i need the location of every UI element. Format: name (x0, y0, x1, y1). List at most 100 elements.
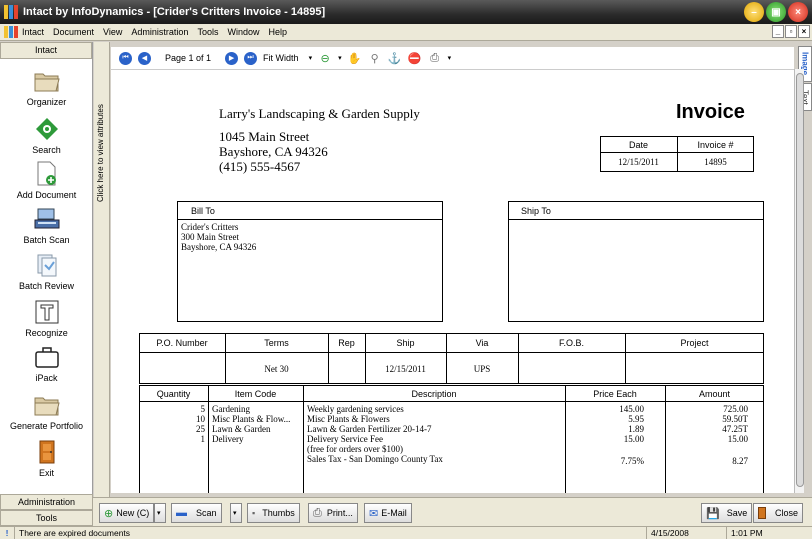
folder-icon (34, 68, 60, 94)
via-value: UPS (473, 364, 491, 374)
invoice-title: Invoice (676, 101, 745, 123)
divider (508, 219, 764, 220)
bottom-toolbar: ⊕ New (C) ▾ ▬ Scan ▾ ▪ Thumbs ⎙ Print...… (93, 497, 812, 526)
sidebar-item-batch-review[interactable]: Batch Review (0, 252, 93, 291)
sidebar-administration[interactable]: Administration (0, 494, 93, 510)
title-bar: Intact by InfoDynamics - [Crider's Critt… (0, 0, 812, 24)
divider (208, 385, 209, 493)
menu-intact[interactable]: Intact (22, 27, 44, 37)
app-icon (4, 5, 18, 19)
stamp-icon[interactable]: ⚓ (388, 51, 402, 65)
batch-review-icon (34, 252, 60, 278)
divider (303, 385, 304, 493)
sidebar-tools[interactable]: Tools (0, 510, 93, 526)
annotate-icon[interactable]: ⚲ (368, 51, 382, 65)
recognize-icon (34, 299, 60, 325)
sidebar-item-label: Search (32, 145, 61, 155)
attributes-strip[interactable]: Click here to view attributes (94, 42, 110, 497)
sidebar-item-label: Generate Portfolio (9, 421, 84, 431)
amount-header: Amount (698, 389, 731, 399)
description-cell: Sales Tax - San Domingo County Tax (307, 454, 443, 464)
thumbs-button-label: Thumbs (262, 508, 295, 518)
menu-window[interactable]: Window (227, 27, 259, 37)
email-button-label: E-Mail (381, 508, 407, 518)
print-icon[interactable]: ⎙ (428, 51, 442, 65)
rep-header: Rep (338, 338, 355, 348)
date-label: Date (628, 140, 648, 150)
first-page-icon[interactable]: ⏮ (119, 51, 132, 65)
document-scrollbar[interactable] (794, 69, 804, 493)
new-button[interactable]: ⊕ New (C) (99, 503, 155, 523)
last-page-icon[interactable]: ⏭ (244, 51, 258, 65)
page-info: Page 1 of 1 (165, 53, 212, 63)
sidebar-item-exit[interactable]: Exit (0, 439, 93, 478)
divider (139, 401, 764, 402)
mdi-minimize-button[interactable]: _ (772, 25, 784, 38)
po-number-header: P.O. Number (156, 338, 208, 348)
save-button[interactable]: 💾 Save (701, 503, 753, 523)
sidebar-item-label: Batch Scan (23, 235, 70, 245)
scanner-icon: ▬ (176, 507, 187, 519)
sidebar-item-recognize[interactable]: Recognize (0, 299, 93, 338)
status-bar: ! There are expired documents 4/15/2008 … (0, 526, 812, 539)
sidebar-item-search[interactable]: Search (0, 116, 93, 155)
sidebar-item-organizer[interactable]: Organizer (0, 68, 93, 107)
sidebar-item-generate-portfolio[interactable]: Generate Portfolio (0, 392, 93, 431)
exit-door-icon (34, 439, 60, 465)
search-icon (34, 116, 60, 142)
company-address-line2: Bayshore, CA 94326 (219, 144, 328, 159)
document-viewer[interactable]: Larry's Landscaping & Garden Supply 1045… (111, 69, 794, 493)
sidebar-item-ipack[interactable]: iPack (0, 344, 93, 383)
email-button[interactable]: ✉ E-Mail (364, 503, 412, 523)
email-icon: ✉ (369, 507, 379, 520)
previous-page-icon[interactable]: ◀ (138, 51, 151, 65)
terms-header: Terms (264, 338, 289, 348)
print-button[interactable]: ⎙ Print... (308, 503, 358, 523)
close-button[interactable]: Close (753, 503, 804, 523)
warning-icon: ! (5, 528, 9, 538)
attributes-strip-label: Click here to view attributes (96, 104, 105, 202)
status-time: 1:01 PM (726, 526, 812, 539)
zoom-icon[interactable]: ⊖ (318, 51, 332, 65)
menu-tools[interactable]: Tools (197, 27, 218, 37)
sidebar-header[interactable]: Intact (0, 42, 92, 59)
item-code-header: Item Code (234, 389, 277, 399)
next-page-icon[interactable]: ▶ (225, 51, 239, 65)
item-code-cell: Lawn & Garden (212, 425, 271, 434)
sidebar-item-label: Organizer (26, 97, 67, 107)
divider (665, 385, 666, 493)
menu-help[interactable]: Help (268, 27, 287, 37)
invoice-number: 14895 (704, 157, 727, 167)
fit-width-dropdown[interactable]: Fit Width ▾ (263, 53, 312, 63)
minimize-button[interactable]: – (744, 2, 764, 22)
printer-icon: ⎙ (313, 506, 322, 519)
new-dropdown-button[interactable]: ▾ (154, 503, 166, 523)
scrollbar-thumb[interactable] (796, 73, 804, 487)
pan-hand-icon[interactable]: ✋ (348, 51, 362, 65)
menu-view[interactable]: View (103, 27, 122, 37)
terms-value: Net 30 (264, 364, 289, 374)
sidebar-item-label: Recognize (25, 328, 68, 338)
close-window-button[interactable]: × (788, 2, 808, 22)
scanner-icon (34, 206, 60, 232)
menu-document[interactable]: Document (53, 27, 94, 37)
zoom-dropdown-icon[interactable]: ▾ (338, 54, 342, 62)
print-dropdown-icon[interactable]: ▾ (448, 54, 452, 62)
fit-width-value: Fit Width (263, 53, 299, 63)
sidebar-item-batch-scan[interactable]: Batch Scan (0, 206, 93, 245)
chevron-down-icon: ▾ (308, 55, 313, 62)
bill-to-line: Bayshore, CA 94326 (181, 242, 257, 252)
quantity-header: Quantity (156, 389, 191, 399)
scan-button[interactable]: ▬ Scan (171, 503, 222, 523)
scan-dropdown-button[interactable]: ▾ (230, 503, 242, 523)
maximize-button[interactable]: ▣ (766, 2, 786, 22)
mdi-close-button[interactable]: × (798, 25, 810, 38)
window-title: Intact by InfoDynamics - [Crider's Critt… (23, 6, 326, 18)
ship-value: 12/15/2011 (385, 364, 426, 374)
mdi-restore-button[interactable]: ▫ (785, 25, 797, 38)
thumbs-button[interactable]: ▪ Thumbs (247, 503, 300, 523)
menu-administration[interactable]: Administration (131, 27, 188, 37)
price-cell: 7.75% (620, 456, 644, 466)
sidebar-item-add-document[interactable]: Add Document (0, 161, 93, 200)
delete-icon[interactable]: ⛔ (408, 51, 422, 65)
